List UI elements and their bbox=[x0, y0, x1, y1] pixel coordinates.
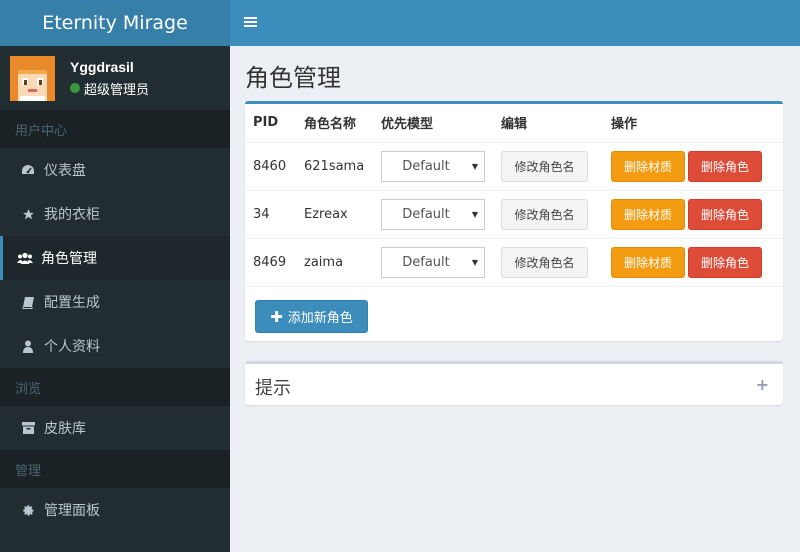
sidebar-item-label: 配置生成 bbox=[44, 295, 100, 311]
sidebar-item-config[interactable]: 配置生成 bbox=[0, 280, 230, 324]
sidebar-section-admin: 管理 bbox=[0, 450, 230, 488]
online-status-dot bbox=[70, 83, 80, 93]
table-row: 8460 621sama Default ▼ 修改角色名 删除材质 删除角色 bbox=[245, 142, 783, 191]
player-name: 621sama bbox=[296, 142, 373, 191]
column-header-actions: 操作 bbox=[603, 104, 783, 143]
app-logo[interactable]: Eternity Mirage bbox=[0, 0, 230, 46]
tips-title: 提示 bbox=[255, 378, 291, 399]
caret-down-icon: ▼ bbox=[471, 209, 478, 219]
caret-down-icon: ▼ bbox=[471, 161, 478, 171]
user-icon bbox=[19, 340, 37, 353]
sidebar-item-label: 管理面板 bbox=[44, 503, 100, 519]
gear-icon bbox=[19, 504, 37, 517]
delete-texture-button[interactable]: 删除材质 bbox=[611, 198, 685, 230]
caret-down-icon: ▼ bbox=[471, 257, 478, 267]
players-box: PID 角色名称 优先模型 编辑 操作 8460 621sama Default… bbox=[245, 101, 783, 341]
sidebar-item-label: 个人资料 bbox=[44, 339, 100, 355]
sidebar-item-player-manage[interactable]: 角色管理 bbox=[0, 236, 230, 280]
sidebar-toggle-icon[interactable] bbox=[244, 13, 257, 33]
player-pid: 8469 bbox=[245, 238, 296, 287]
sidebar-item-label: 皮肤库 bbox=[44, 421, 86, 437]
top-navbar bbox=[230, 0, 800, 46]
users-icon bbox=[16, 252, 34, 265]
table-row: 8469 zaima Default ▼ 修改角色名 删除材质 删除角色 bbox=[245, 238, 783, 287]
plus-icon: ✚ bbox=[270, 307, 283, 326]
sidebar-item-label: 仪表盘 bbox=[44, 163, 86, 179]
rename-button[interactable]: 修改角色名 bbox=[501, 246, 588, 278]
player-pid: 34 bbox=[245, 190, 296, 239]
sidebar-item-profile[interactable]: 个人资料 bbox=[0, 324, 230, 368]
avatar bbox=[10, 55, 55, 101]
add-player-button[interactable]: ✚ 添加新角色 bbox=[255, 300, 368, 333]
sidebar-section-user-center: 用户中心 bbox=[0, 110, 230, 148]
player-name: zaima bbox=[296, 238, 373, 287]
table-header-row: PID 角色名称 优先模型 编辑 操作 bbox=[245, 104, 783, 143]
add-player-label: 添加新角色 bbox=[287, 311, 353, 326]
rename-button[interactable]: 修改角色名 bbox=[501, 150, 588, 182]
column-header-edit: 编辑 bbox=[493, 104, 603, 143]
tips-box: 提示 + bbox=[245, 361, 783, 405]
delete-player-button[interactable]: 删除角色 bbox=[688, 198, 762, 230]
column-header-name: 角色名称 bbox=[296, 104, 373, 143]
sidebar-section-browse: 浏览 bbox=[0, 368, 230, 406]
sidebar-item-wardrobe[interactable]: 我的衣柜 bbox=[0, 192, 230, 236]
preference-select-value: Default bbox=[402, 254, 450, 270]
rename-button[interactable]: 修改角色名 bbox=[501, 198, 588, 230]
user-role: 超级管理员 bbox=[84, 82, 150, 98]
player-name: Ezreax bbox=[296, 190, 373, 239]
table-row: 34 Ezreax Default ▼ 修改角色名 删除材质 删除角色 bbox=[245, 190, 783, 239]
archive-icon bbox=[19, 422, 37, 434]
players-table: PID 角色名称 优先模型 编辑 操作 8460 621sama Default… bbox=[245, 104, 783, 287]
user-status: 超级管理员 bbox=[70, 79, 149, 98]
preference-select[interactable]: Default ▼ bbox=[381, 198, 485, 230]
sidebar-item-label: 角色管理 bbox=[41, 251, 97, 267]
preference-select-value: Default bbox=[402, 158, 450, 174]
star-icon bbox=[19, 208, 37, 221]
delete-texture-button[interactable]: 删除材质 bbox=[611, 246, 685, 278]
column-header-model: 优先模型 bbox=[373, 104, 493, 143]
preference-select[interactable]: Default ▼ bbox=[381, 246, 485, 278]
sidebar-item-label: 我的衣柜 bbox=[44, 207, 100, 223]
delete-player-button[interactable]: 删除角色 bbox=[688, 150, 762, 182]
page-title: 角色管理 bbox=[245, 64, 341, 92]
sidebar-item-skinlib[interactable]: 皮肤库 bbox=[0, 406, 230, 450]
sidebar-item-admin-panel[interactable]: 管理面板 bbox=[0, 488, 230, 532]
dashboard-icon bbox=[19, 164, 37, 176]
user-panel: Yggdrasil 超级管理员 bbox=[0, 46, 230, 110]
expand-plus-icon[interactable]: + bbox=[756, 375, 769, 394]
preference-select[interactable]: Default ▼ bbox=[381, 150, 485, 182]
sidebar: Eternity Mirage Yggdrasil 超级管理员 用户中心 仪表盘… bbox=[0, 0, 230, 552]
user-name: Yggdrasil bbox=[70, 58, 134, 75]
book-icon bbox=[19, 296, 37, 309]
player-pid: 8460 bbox=[245, 142, 296, 191]
delete-texture-button[interactable]: 删除材质 bbox=[611, 150, 685, 182]
preference-select-value: Default bbox=[402, 206, 450, 222]
sidebar-item-dashboard[interactable]: 仪表盘 bbox=[0, 148, 230, 192]
delete-player-button[interactable]: 删除角色 bbox=[688, 246, 762, 278]
column-header-pid: PID bbox=[245, 104, 296, 143]
